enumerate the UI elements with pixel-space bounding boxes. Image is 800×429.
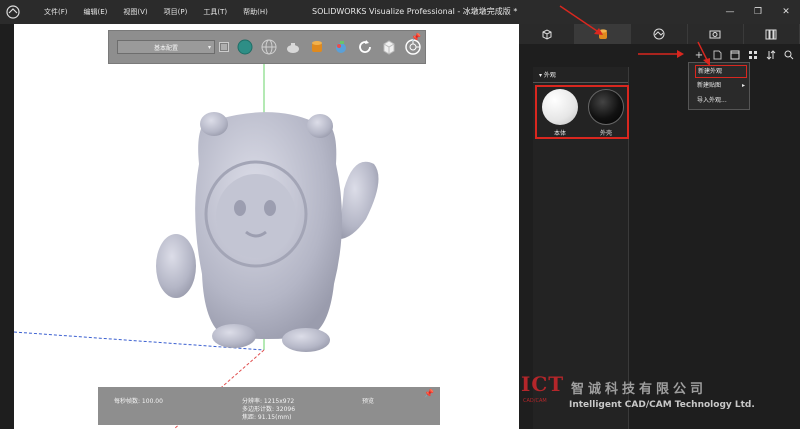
- menu-item-new-decal[interactable]: 新建贴图 ▸: [689, 78, 749, 93]
- minimize-button[interactable]: —: [716, 0, 744, 24]
- scene-icon: [653, 28, 665, 40]
- new-file-icon[interactable]: [710, 48, 724, 62]
- menu-tools[interactable]: 工具(T): [195, 0, 235, 24]
- mascot-model: [156, 112, 379, 352]
- section-header-appearances[interactable]: ▾ 外观: [533, 67, 628, 83]
- material-item-shell[interactable]: 外壳: [585, 89, 627, 137]
- menu-help[interactable]: 帮助(H): [235, 0, 276, 24]
- add-context-menu: 新建外观 新建贴图 ▸ 导入外观...: [688, 62, 750, 110]
- close-button[interactable]: ✕: [772, 0, 800, 24]
- material-label: 本体: [553, 130, 566, 137]
- menu-file[interactable]: 文件(F): [36, 0, 76, 24]
- menu-bar: 文件(F) 编辑(E) 视图(V) 项目(P) 工具(T) 帮助(H): [36, 0, 276, 24]
- palette-toolbar: +: [519, 46, 800, 64]
- globe-icon[interactable]: [260, 38, 278, 56]
- material-item-body[interactable]: 本体: [539, 89, 581, 137]
- tab-scenes[interactable]: [631, 24, 688, 44]
- watermark-company-en: Intelligent CAD/CAM Technology Ltd.: [569, 400, 755, 410]
- sphere-icon[interactable]: [236, 38, 254, 56]
- chevron-right-icon: ▸: [741, 82, 745, 89]
- menu-item-label: 新建贴图: [697, 82, 722, 89]
- tab-libraries[interactable]: [744, 24, 800, 44]
- render-mode-readout: 预览: [362, 398, 375, 405]
- menu-edit[interactable]: 编辑(E): [76, 0, 116, 24]
- tab-appearances[interactable]: [575, 24, 632, 44]
- palette-tabs: [519, 24, 800, 44]
- search-icon[interactable]: [782, 48, 796, 62]
- color-scene-icon[interactable]: [332, 38, 350, 56]
- grid-view-icon[interactable]: [746, 48, 760, 62]
- window-icon[interactable]: [728, 48, 742, 62]
- paint-bucket-icon: [598, 29, 607, 39]
- restore-button[interactable]: ❐: [744, 0, 772, 24]
- camera-icon: [709, 30, 721, 39]
- title-bar: 文件(F) 编辑(E) 视图(V) 项目(P) 工具(T) 帮助(H) SOLI…: [0, 0, 800, 24]
- add-icon[interactable]: +: [692, 48, 706, 62]
- app-logo-icon[interactable]: [2, 1, 24, 23]
- watermark-logo: ICT: [521, 372, 565, 396]
- stats-overlay: 每秒帧数: 100.00 分辨率: 1215x972 多边形计数: 32096 …: [98, 387, 440, 425]
- focal-length-readout: 焦距: 91.15(mm): [242, 414, 292, 421]
- refresh-icon[interactable]: [356, 38, 374, 56]
- paint-bucket-icon[interactable]: [308, 38, 326, 56]
- watermark-logo-sub: CAD/CAM: [523, 398, 547, 404]
- tab-models[interactable]: [519, 24, 576, 44]
- menu-project[interactable]: 项目(P): [156, 0, 196, 24]
- sort-icon[interactable]: [764, 48, 778, 62]
- company-watermark: ICT CAD/CAM 智诚科技有限公司 Intelligent CAD/CAM…: [519, 370, 800, 425]
- material-preview: [588, 89, 624, 125]
- fps-readout: 每秒帧数: 100.00: [114, 398, 163, 405]
- list-icon[interactable]: [218, 38, 230, 56]
- viewport-toolbar: 基本配置 ▾ 📌: [108, 30, 426, 64]
- menu-item-new-appearance[interactable]: 新建外观: [695, 65, 747, 78]
- scene-canvas: [14, 54, 379, 429]
- menu-item-import-appearance[interactable]: 导入外观...: [689, 93, 749, 108]
- 3d-viewport[interactable]: 基本配置 ▾ 📌 每秒帧数: 100.00 分辨率: 1215x972 多边形计…: [14, 24, 519, 429]
- teapot-icon[interactable]: [284, 38, 302, 56]
- pin-icon[interactable]: 📌: [424, 389, 434, 398]
- menu-view[interactable]: 视图(V): [115, 0, 155, 24]
- left-strip: [0, 24, 14, 429]
- chevron-down-icon: ▾: [207, 44, 211, 51]
- material-preview: [542, 89, 578, 125]
- palette-panel: + ▾ 外观 本体 外壳: [519, 24, 800, 429]
- configuration-select[interactable]: 基本配置 ▾: [117, 40, 215, 54]
- watermark-company-cn: 智诚科技有限公司: [571, 382, 708, 397]
- cube-icon: [542, 29, 552, 40]
- material-label: 外壳: [599, 130, 612, 137]
- tab-cameras[interactable]: [688, 24, 744, 44]
- material-thumbnails: 本体 外壳: [535, 85, 629, 139]
- window-title: SOLIDWORKS Visualize Professional - 冰墩墩完…: [312, 7, 518, 16]
- pin-icon[interactable]: 📌: [411, 33, 421, 42]
- app-window: 文件(F) 编辑(E) 视图(V) 项目(P) 工具(T) 帮助(H) SOLI…: [0, 0, 800, 429]
- configuration-select-value: 基本配置: [153, 44, 178, 52]
- library-icon: [765, 29, 777, 40]
- box-icon[interactable]: [380, 38, 398, 56]
